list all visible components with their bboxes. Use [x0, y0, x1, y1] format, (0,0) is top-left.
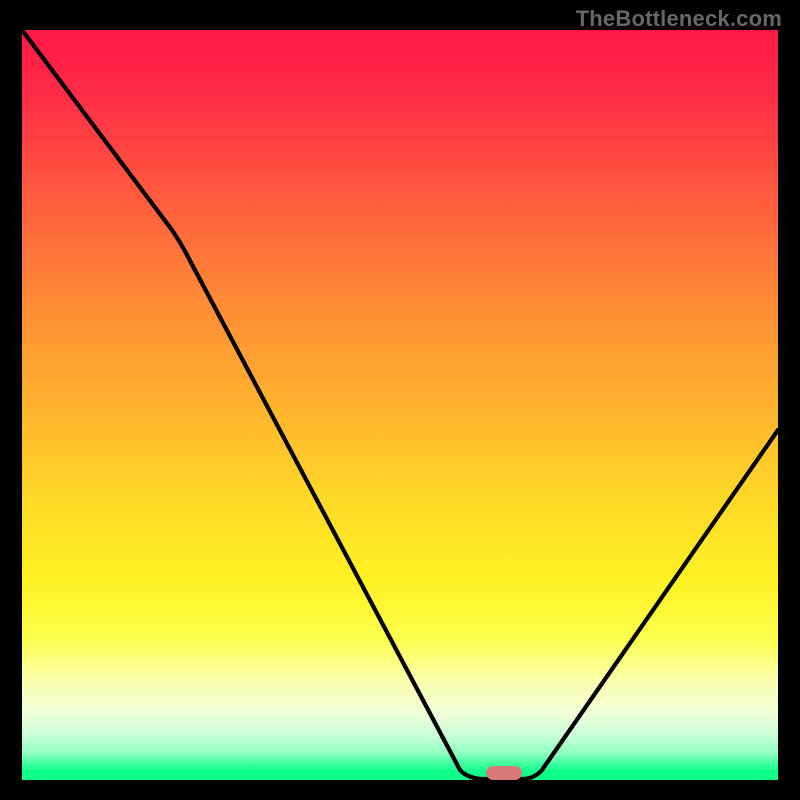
chart-container: TheBottleneck.com — [0, 0, 800, 800]
curve-path — [22, 30, 778, 779]
watermark-text: TheBottleneck.com — [576, 6, 782, 32]
target-marker — [486, 766, 522, 780]
bottleneck-curve — [22, 30, 778, 780]
